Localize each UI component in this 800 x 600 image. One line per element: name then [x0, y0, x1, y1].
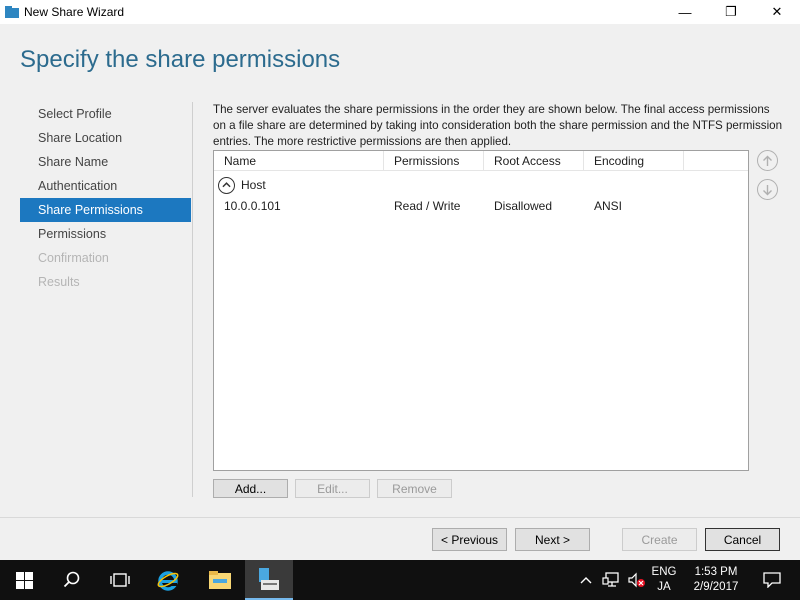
cancel-button[interactable]: Cancel [705, 528, 780, 551]
file-explorer-icon[interactable] [196, 560, 244, 600]
share-permissions-list[interactable]: Name Permissions Root Access Encoding Ho… [213, 150, 749, 471]
add-button[interactable]: Add... [213, 479, 288, 498]
nav-item-select-profile[interactable]: Select Profile [20, 102, 191, 126]
list-header: Name Permissions Root Access Encoding [214, 151, 748, 171]
column-header-permissions[interactable]: Permissions [384, 151, 484, 171]
nav-divider [192, 102, 193, 497]
group-label: Host [241, 178, 266, 192]
internet-explorer-icon[interactable] [144, 560, 192, 600]
cell-permissions: Read / Write [394, 199, 461, 213]
title-bar: New Share Wizard — ❐ ✕ [0, 0, 800, 24]
nav-item-results: Results [38, 275, 80, 289]
window-title: New Share Wizard [24, 5, 125, 19]
create-button: Create [622, 528, 697, 551]
column-header-encoding[interactable]: Encoding [584, 151, 684, 171]
nav-item-share-permissions[interactable]: Share Permissions [20, 198, 191, 222]
language-label: ENG [651, 566, 677, 578]
search-icon[interactable] [48, 560, 96, 600]
next-button[interactable]: Next > [515, 528, 590, 551]
nav-item-authentication[interactable]: Authentication [20, 174, 191, 198]
wizard-app-icon [5, 6, 19, 18]
remove-button: Remove [377, 479, 452, 498]
column-header-name[interactable]: Name [214, 151, 384, 171]
cell-name: 10.0.0.101 [224, 199, 281, 213]
group-header-host[interactable]: Host [214, 174, 748, 196]
clock-date: 2/9/2017 [693, 581, 739, 593]
table-row[interactable]: 10.0.0.101 Read / Write Disallowed ANSI [214, 196, 748, 216]
nav-item-share-location[interactable]: Share Location [20, 126, 191, 150]
minimize-button[interactable]: — [662, 0, 708, 24]
maximize-button[interactable]: ❐ [708, 0, 754, 24]
notification-icon[interactable] [752, 560, 792, 600]
chevron-up-icon[interactable] [575, 560, 597, 600]
windows-start-icon[interactable] [0, 560, 48, 600]
footer-divider [0, 517, 800, 518]
network-icon[interactable] [600, 560, 622, 600]
taskbar: ENG JA 1:53 PM 2/9/2017 [0, 560, 800, 600]
arrow-up-icon [763, 155, 772, 166]
close-button[interactable]: ✕ [754, 0, 800, 24]
nav-item-share-name[interactable]: Share Name [20, 150, 191, 174]
server-manager-icon[interactable] [245, 560, 293, 600]
column-header-root-access[interactable]: Root Access [484, 151, 584, 171]
wizard-nav: Select Profile Share Location Share Name… [20, 102, 191, 294]
move-up-button[interactable] [757, 150, 778, 171]
move-down-button[interactable] [757, 179, 778, 200]
nav-item-permissions[interactable]: Permissions [20, 222, 191, 246]
previous-button[interactable]: < Previous [432, 528, 507, 551]
task-view-icon[interactable] [96, 560, 144, 600]
clock-time: 1:53 PM [694, 566, 738, 578]
volume-muted-icon[interactable] [624, 560, 648, 600]
description-text: The server evaluates the share permissio… [213, 103, 783, 148]
nav-item-confirmation: Confirmation [38, 251, 109, 265]
cell-root-access: Disallowed [494, 199, 553, 213]
cell-encoding: ANSI [594, 199, 623, 213]
page-title: Specify the share permissions [20, 46, 341, 73]
edit-button: Edit... [295, 479, 370, 498]
language-indicator[interactable]: ENG JA [648, 560, 680, 600]
clock[interactable]: 1:53 PM 2/9/2017 [684, 560, 748, 600]
arrow-down-icon [763, 184, 772, 195]
input-method-label: JA [657, 581, 671, 593]
collapse-icon[interactable] [218, 176, 235, 194]
